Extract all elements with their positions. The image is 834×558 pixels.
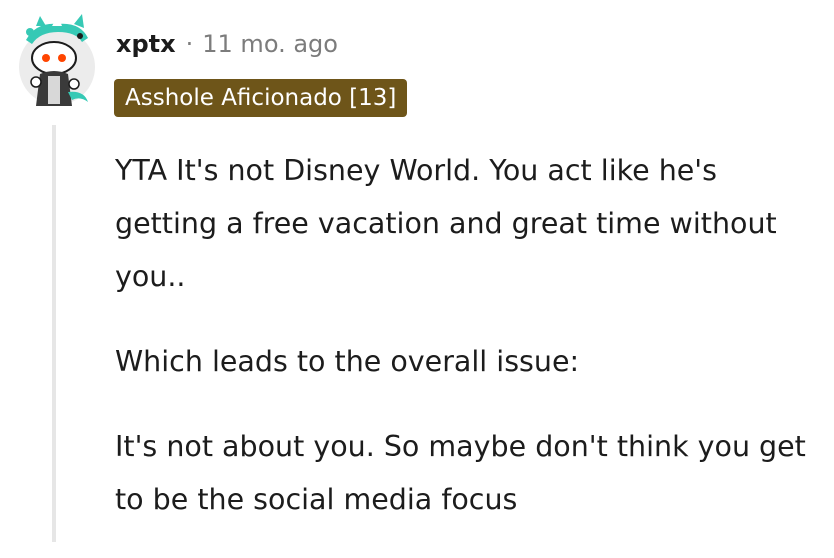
comment-paragraph: YTA It's not Disney World. You act like … xyxy=(115,154,777,293)
timestamp-link[interactable]: 11 mo. ago xyxy=(202,30,338,58)
comment-paragraph: It's not about you. So maybe don't think… xyxy=(115,430,806,516)
comment-body: YTA It's not Disney World. You act like … xyxy=(115,144,825,558)
comment-paragraph: Which leads to the overall issue: xyxy=(115,345,580,378)
thread-line[interactable] xyxy=(52,125,56,542)
meta-separator: · xyxy=(185,30,194,58)
username-link[interactable]: xptx xyxy=(116,30,176,58)
user-flair-badge: Asshole Aficionado [13] xyxy=(114,79,408,117)
snoo-avatar-icon xyxy=(19,14,95,106)
avatar[interactable] xyxy=(18,12,96,112)
comment-header: xptx · 11 mo. ago xyxy=(116,30,338,58)
